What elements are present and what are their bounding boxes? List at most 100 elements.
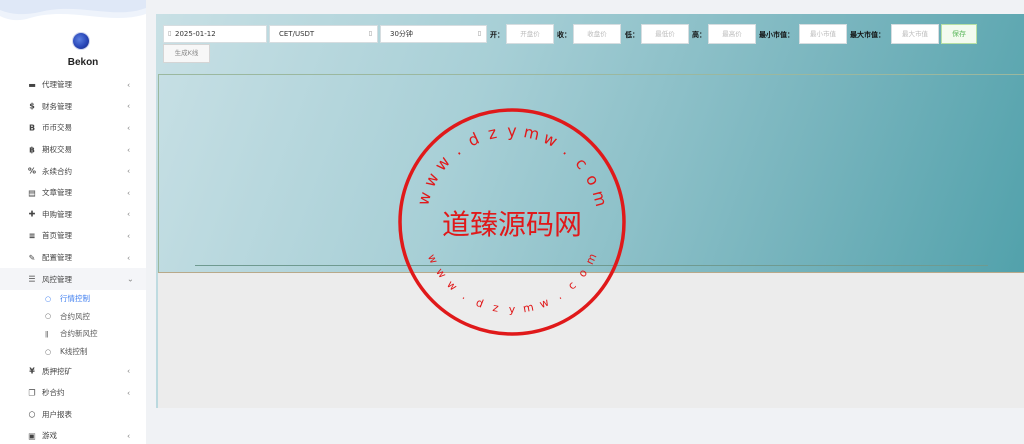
watermark-stamp: 道臻源码网 www. d z y m w .com moc.wmyzd.www <box>398 108 626 336</box>
submenu-item[interactable]: ○ 合约风控 <box>0 308 146 326</box>
select-arrow-icon: ▯ <box>368 30 372 37</box>
save-button[interactable]: 保存 <box>941 24 977 44</box>
watermark-url-bottom: moc.wmyzd.www <box>425 251 600 316</box>
chevron-icon: ‹ <box>127 145 131 155</box>
sidebar-item[interactable]: ≡ 首页管理 ‹ <box>0 225 146 247</box>
sidebar-item[interactable]: ✎ 配置管理 ‹ <box>0 247 146 269</box>
pair-select[interactable]: CET/USDT ▯ <box>269 25 378 43</box>
high-price-input[interactable] <box>708 24 756 44</box>
min-cap-label: 最小市值： <box>759 31 794 39</box>
submenu-item-label: 行情控制 <box>60 294 90 304</box>
sidebar-item-label: 首页管理 <box>42 231 72 241</box>
chevron-icon: ‹ <box>127 253 131 263</box>
watermark-letter: w <box>413 190 435 208</box>
watermark-letter: d <box>474 296 485 311</box>
square-icon: ▣ <box>28 431 36 441</box>
sidebar-item-label: 期权交易 <box>42 145 72 155</box>
sidebar-item[interactable]: ▣ 游戏 ‹ <box>0 425 146 444</box>
sidebar-item[interactable]: ▤ 文章管理 ‹ <box>0 182 146 204</box>
select-arrow-icon: ▯ <box>477 30 481 37</box>
circle-icon: ○ <box>45 347 52 356</box>
chevron-icon: ‹ <box>127 366 131 376</box>
high-label: 高： <box>692 31 706 39</box>
dollar-icon: $ <box>29 101 35 111</box>
submenu-item[interactable]: ǁ 合约新风控 <box>0 325 146 343</box>
submenu-item[interactable]: ○ K线控制 <box>0 343 146 361</box>
watermark-letter: . <box>560 141 576 159</box>
sidebar: Bekon ▬ 代理管理 ‹ $ 财务管理 ‹ B 币币交易 ‹ ฿ 期权交易 ‹% 永续合约 ‹ ▤ 文章管… <box>0 0 146 444</box>
watermark-letter: m <box>522 122 541 144</box>
link-icon: % <box>27 166 36 176</box>
open-price-input[interactable] <box>506 24 554 44</box>
watermark-letter: m <box>583 251 599 266</box>
circle-icon: ○ <box>28 409 36 419</box>
chevron-icon: ⌄ <box>127 274 134 284</box>
bitcoin-alt-icon: ฿ <box>29 145 35 155</box>
circle-icon: ○ <box>45 312 52 321</box>
submenu-item[interactable]: ○ 行情控制 <box>0 290 146 308</box>
copy-icon: ❐ <box>28 388 36 398</box>
brand-name: Bekon <box>67 57 99 68</box>
chevron-icon: ‹ <box>127 101 131 111</box>
watermark-letter: d <box>465 129 482 151</box>
sidebar-item-label: 财务管理 <box>42 101 72 111</box>
list-icon: ≡ <box>28 231 36 241</box>
sidebar-item[interactable]: $ 财务管理 ‹ <box>0 96 146 118</box>
sidebar-item[interactable]: ▬ 代理管理 ‹ <box>0 74 146 96</box>
watermark-letter: m <box>589 188 611 208</box>
watermark-letter: . <box>554 289 564 302</box>
watermark-letter: . <box>460 289 470 302</box>
chevron-icon: ‹ <box>127 231 131 241</box>
chevron-icon: ‹ <box>127 209 131 219</box>
sidebar-item-label: 永续合约 <box>42 166 72 176</box>
watermark-letter: w <box>420 170 443 190</box>
watermark-letter: w <box>444 278 459 294</box>
sidebar-item-label: 币币交易 <box>42 123 72 133</box>
yen-icon: ¥ <box>29 366 35 376</box>
watermark-letter: w <box>431 152 454 174</box>
chevron-icon: ‹ <box>127 80 131 90</box>
sidebar-item[interactable]: ☰ 风控管理 ⌄ <box>0 268 146 290</box>
date-value: 2025-01-12 <box>175 30 216 38</box>
card-icon: ▬ <box>28 80 36 90</box>
chevron-icon: ‹ <box>127 123 131 133</box>
sidebar-item-label: 游戏 <box>42 431 57 441</box>
circle-icon: ǁ <box>45 329 49 338</box>
sidebar-item[interactable]: % 永续合约 ‹ <box>0 160 146 182</box>
brand-logo-icon <box>73 33 89 49</box>
close-label: 收： <box>557 31 571 39</box>
sidebar-item[interactable]: ฿ 期权交易 ‹ <box>0 139 146 161</box>
sidebar-item[interactable]: ¥ 质押挖矿 ‹ <box>0 360 146 382</box>
sidebar-item-label: 申购管理 <box>42 209 72 219</box>
brand-area: Bekon <box>0 0 146 78</box>
sidebar-item[interactable]: ✚ 申购管理 ‹ <box>0 204 146 226</box>
watermark-letter: m <box>522 301 535 316</box>
sidebar-item-label: 用户报表 <box>42 409 72 419</box>
sidebar-menu: ▬ 代理管理 ‹ $ 财务管理 ‹ B 币币交易 ‹ ฿ 期权交易 ‹% 永续合约 ‹ ▤ 文章管理 ‹ ✚ 申购管… <box>0 74 146 444</box>
low-price-input[interactable] <box>641 24 689 44</box>
close-price-input[interactable] <box>573 24 621 44</box>
sidebar-item-label: 秒合约 <box>42 388 65 398</box>
wrench-icon: ✎ <box>28 253 36 263</box>
sidebar-item[interactable]: B 币币交易 ‹ <box>0 117 146 139</box>
sidebar-item-label: 代理管理 <box>42 80 72 90</box>
watermark-title: 道臻源码网 <box>442 208 582 241</box>
kline-toolbar: ▯ 2025-01-12 CET/USDT ▯ 30分钟 ▯ 开： 收： 低： … <box>156 14 1024 72</box>
submenu-item-label: 合约风控 <box>60 311 90 321</box>
open-label: 开： <box>490 31 504 39</box>
watermark-letter: y <box>507 122 516 141</box>
min-cap-input[interactable] <box>799 24 847 44</box>
sidebar-item[interactable]: ❐ 秒合约 ‹ <box>0 382 146 404</box>
date-picker[interactable]: ▯ 2025-01-12 <box>163 25 267 43</box>
interval-select[interactable]: 30分钟 ▯ <box>380 25 487 43</box>
max-cap-input[interactable] <box>891 24 939 44</box>
generate-kline-button[interactable]: 生成K线 <box>163 44 210 63</box>
calendar-icon: ▯ <box>168 30 172 37</box>
submenu-item-label: K线控制 <box>60 347 88 357</box>
pair-value: CET/USDT <box>279 30 315 38</box>
watermark-letter: w <box>540 128 560 151</box>
list-alt-icon: ☰ <box>28 274 36 284</box>
sidebar-item[interactable]: ○ 用户报表 <box>0 404 146 426</box>
watermark-letter: z <box>486 123 498 143</box>
interval-value: 30分钟 <box>390 30 413 38</box>
